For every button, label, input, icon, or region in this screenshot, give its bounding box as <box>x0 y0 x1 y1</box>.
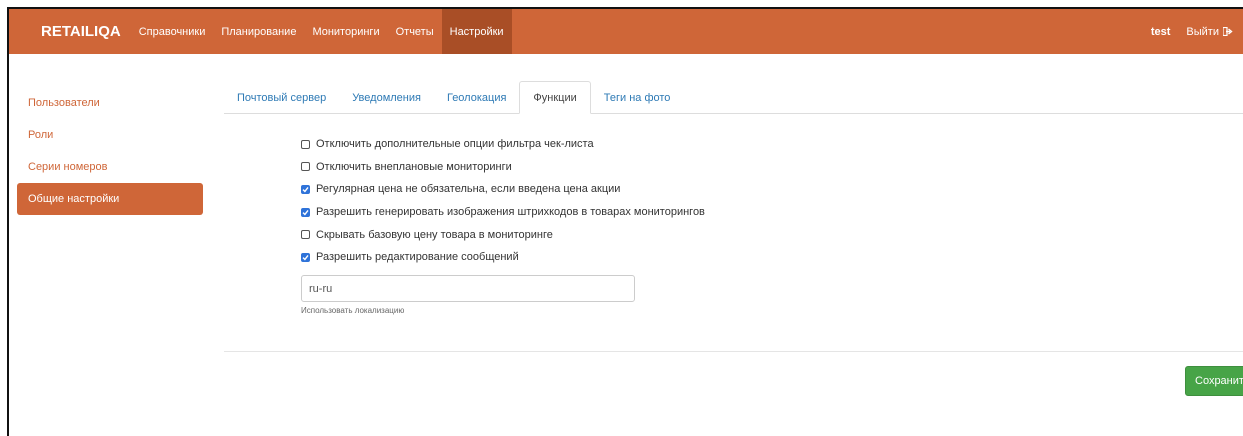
option-checkbox[interactable] <box>301 184 310 194</box>
option-row[interactable]: Скрывать базовую цену товара в мониторин… <box>301 223 705 246</box>
nav-item-monitoring[interactable]: Мониторинги <box>304 9 387 54</box>
sidebar-item-roles[interactable]: Роли <box>17 119 203 151</box>
option-checkbox[interactable] <box>301 252 310 262</box>
checkmark-icon <box>302 186 309 193</box>
app-frame: RETAILIQA Справочники Планирование Монит… <box>7 7 1243 436</box>
top-navbar: RETAILIQA Справочники Планирование Монит… <box>9 9 1243 54</box>
option-row[interactable]: Разрешить генерировать изображения штрих… <box>301 201 705 224</box>
logout-button[interactable]: Выйти <box>1180 9 1243 54</box>
nav-item-references[interactable]: Справочники <box>131 9 214 54</box>
sidebar-item-general-settings[interactable]: Общие настройки <box>17 183 203 215</box>
option-label: Регулярная цена не обязательна, если вве… <box>316 183 621 196</box>
settings-tabs: Почтовый сервер Уведомления Геолокация Ф… <box>224 81 1243 114</box>
tab-photo-tags[interactable]: Теги на фото <box>591 82 684 113</box>
checkmark-icon <box>302 209 309 216</box>
sidebar-item-users[interactable]: Пользователи <box>17 87 203 119</box>
sign-out-icon <box>1223 27 1233 36</box>
form-divider <box>224 351 1243 352</box>
option-label: Разрешить редактирование сообщений <box>316 251 519 264</box>
option-row[interactable]: Регулярная цена не обязательна, если вве… <box>301 178 705 201</box>
save-button[interactable]: Сохранить <box>1185 366 1243 396</box>
logout-label: Выйти <box>1186 25 1219 38</box>
checkmark-icon <box>302 254 309 261</box>
option-label: Отключить дополнительные опции фильтра ч… <box>316 138 594 151</box>
brand-logo[interactable]: RETAILIQA <box>9 9 131 54</box>
option-row[interactable]: Разрешить редактирование сообщений <box>301 246 705 269</box>
option-label: Скрывать базовую цену товара в мониторин… <box>316 228 553 241</box>
option-checkbox[interactable] <box>301 207 310 217</box>
tab-functions[interactable]: Функции <box>519 81 591 114</box>
tab-mail-server[interactable]: Почтовый сервер <box>224 82 339 113</box>
nav-item-reports[interactable]: Отчеты <box>388 9 442 54</box>
nav-item-settings[interactable]: Настройки <box>441 9 512 54</box>
option-label: Отключить внеплановые мониторинги <box>316 160 512 173</box>
option-checkbox[interactable] <box>301 162 310 172</box>
navbar-right: test Выйти <box>1141 9 1243 54</box>
settings-sidebar: Пользователи Роли Серии номеров Общие на… <box>17 87 203 215</box>
tab-geolocation[interactable]: Геолокация <box>434 82 519 113</box>
option-checkbox[interactable] <box>301 230 310 240</box>
option-checkbox[interactable] <box>301 139 310 149</box>
option-row[interactable]: Отключить внеплановые мониторинги <box>301 156 705 179</box>
tab-notifications[interactable]: Уведомления <box>339 82 434 113</box>
function-options: Отключить дополнительные опции фильтра ч… <box>301 133 705 269</box>
option-label: Разрешить генерировать изображения штрих… <box>316 206 705 219</box>
current-user[interactable]: test <box>1141 9 1181 54</box>
nav-item-planning[interactable]: Планирование <box>213 9 304 54</box>
sidebar-item-number-series[interactable]: Серии номеров <box>17 151 203 183</box>
locale-input[interactable] <box>301 275 635 302</box>
locale-help-text: Использовать локализацию <box>301 306 405 315</box>
option-row[interactable]: Отключить дополнительные опции фильтра ч… <box>301 133 705 156</box>
